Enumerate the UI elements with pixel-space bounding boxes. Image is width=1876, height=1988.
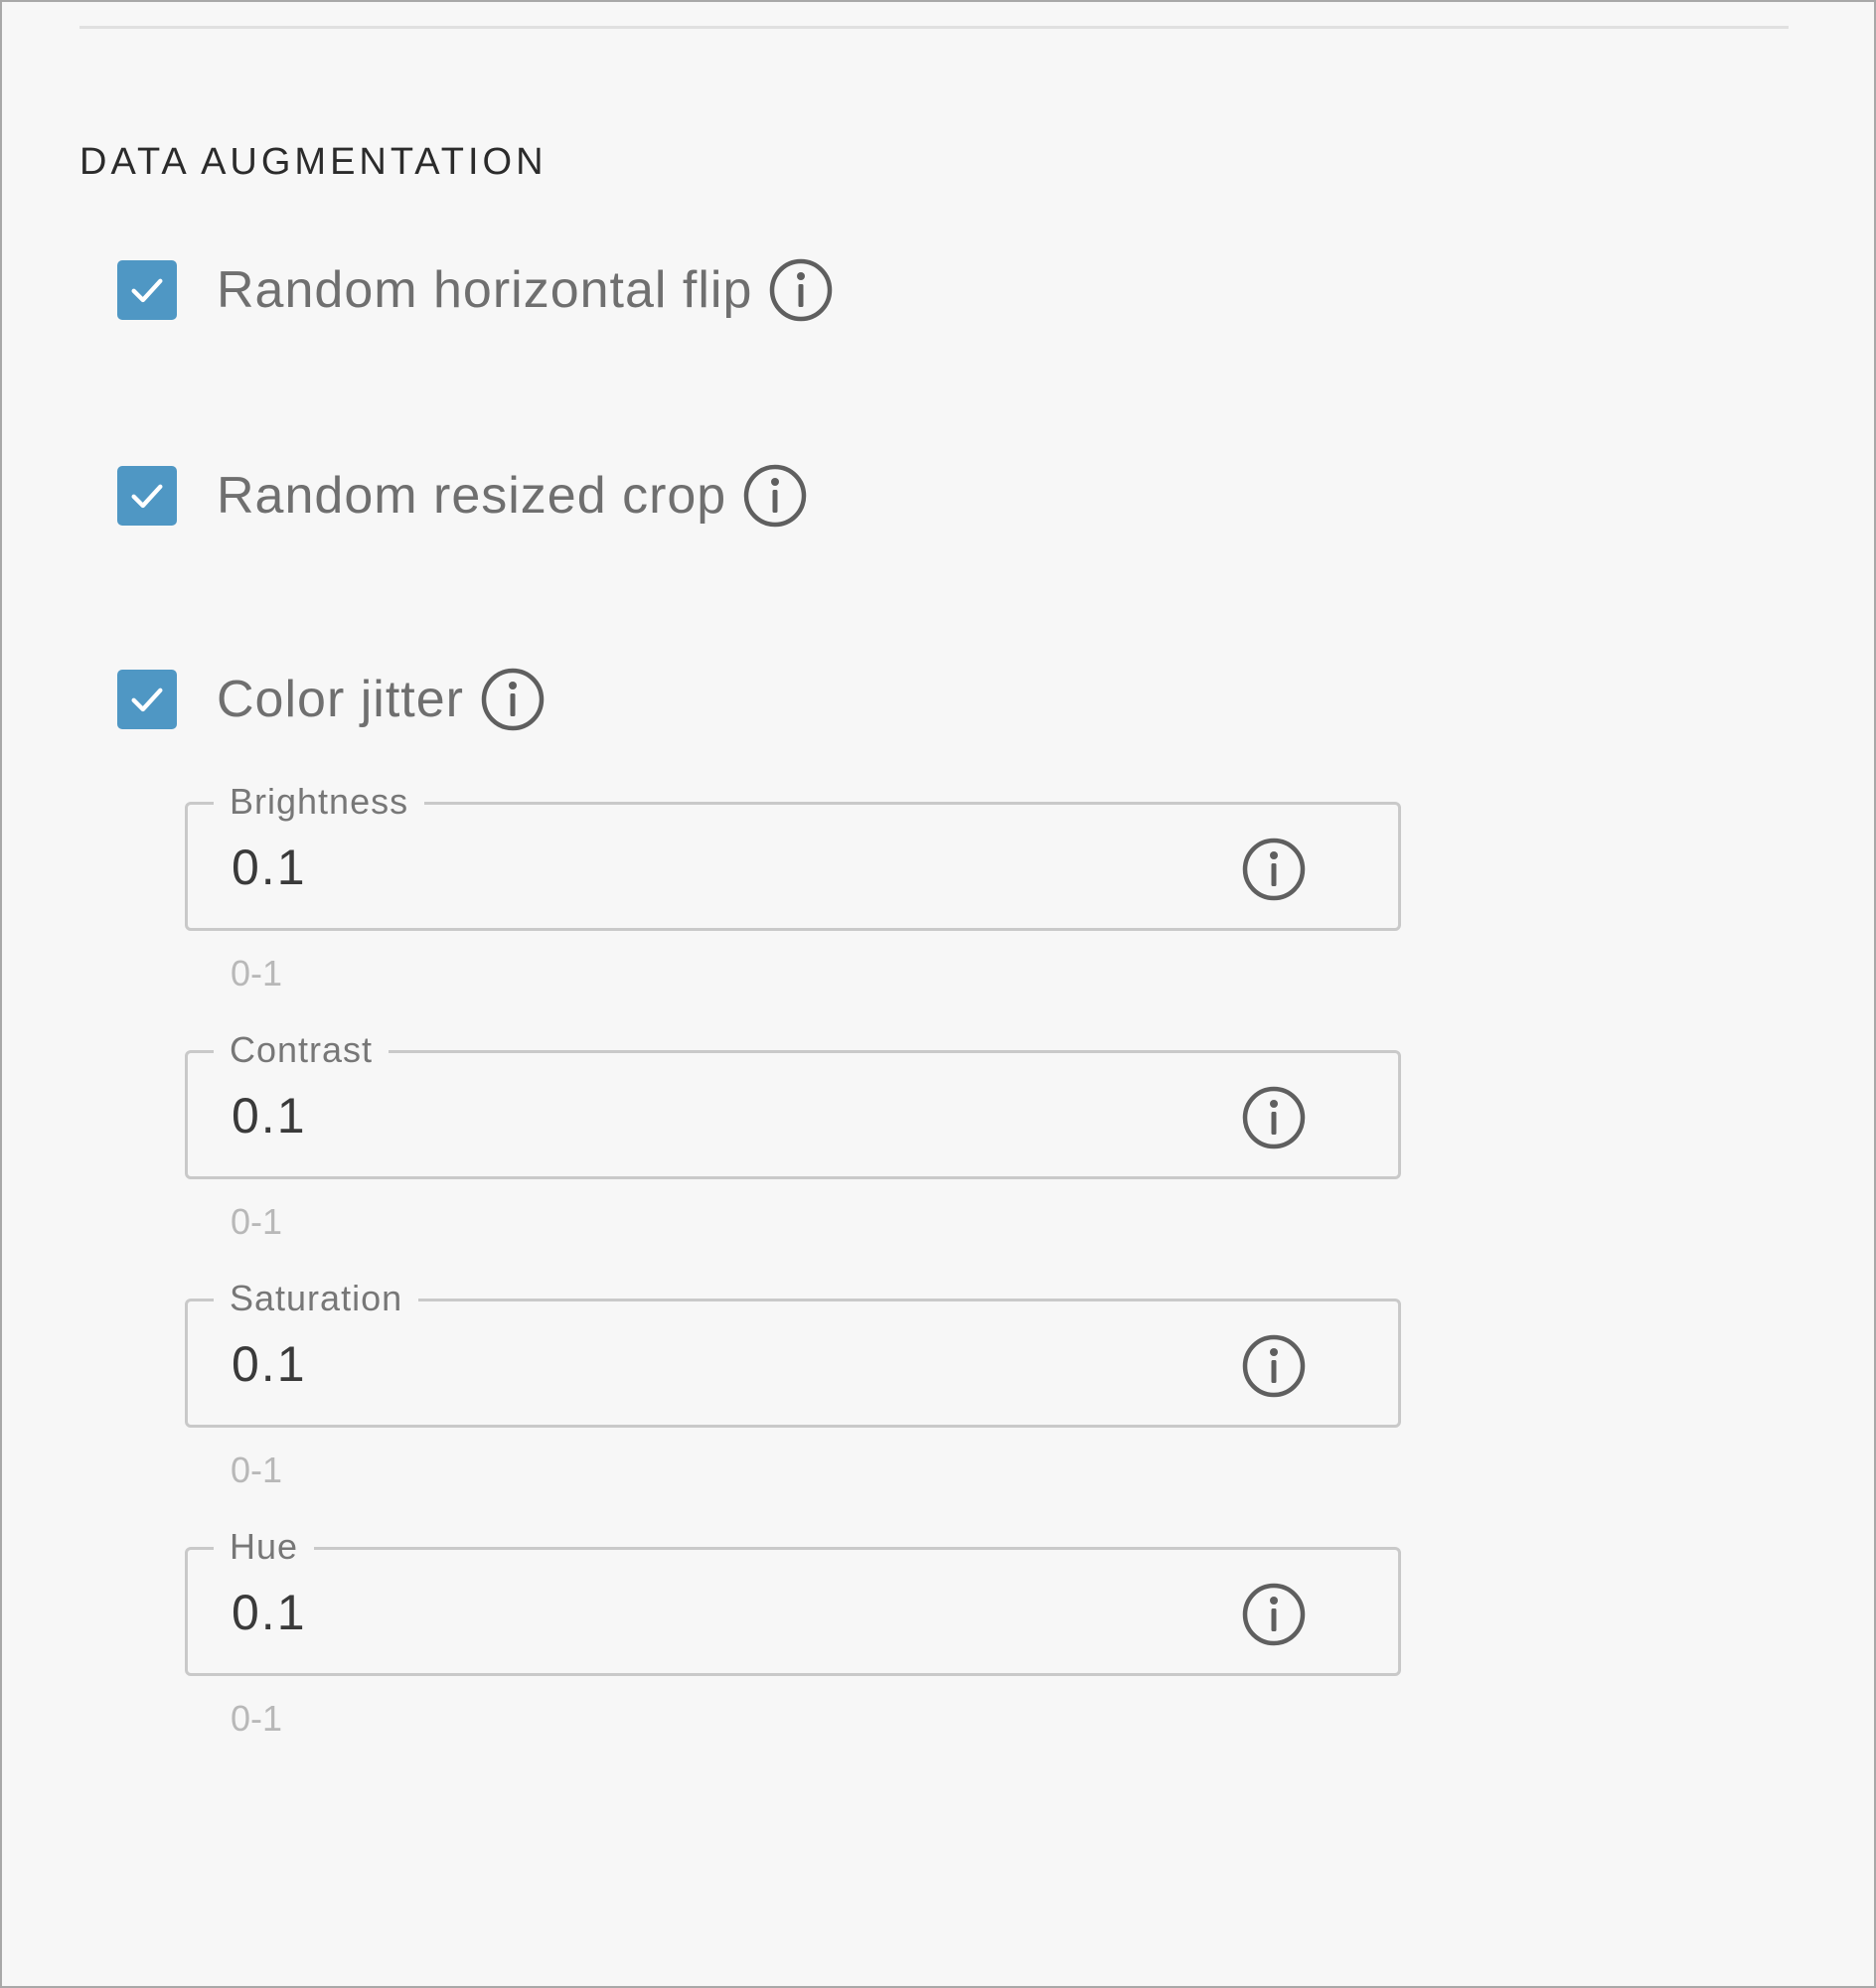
saturation-hint: 0-1 <box>231 1450 283 1490</box>
color-jitter-label: Color jitter <box>217 671 464 728</box>
info-icon[interactable] <box>1241 1333 1307 1399</box>
brightness-hint: 0-1 <box>231 953 283 994</box>
random-horizontal-flip-checkbox[interactable] <box>117 260 177 320</box>
data-augmentation-panel: DATA AUGMENTATION Random horizontal flip… <box>0 0 1876 1988</box>
color-jitter-checkbox[interactable] <box>117 670 177 729</box>
saturation-field-label: Saturation <box>214 1278 419 1319</box>
option-random-horizontal-flip: Random horizontal flip <box>117 250 834 330</box>
info-icon[interactable] <box>768 257 834 323</box>
checkmark-icon <box>131 688 163 712</box>
brightness-field-label: Brightness <box>214 781 425 823</box>
random-resized-crop-checkbox[interactable] <box>117 466 177 526</box>
brightness-field[interactable]: Brightness <box>185 781 1401 931</box>
option-color-jitter: Color jitter <box>117 660 546 739</box>
contrast-field-label: Contrast <box>214 1029 390 1071</box>
hue-field[interactable]: Hue <box>185 1526 1401 1676</box>
hue-field-label: Hue <box>214 1526 315 1568</box>
saturation-field[interactable]: Saturation <box>185 1278 1401 1428</box>
option-random-resized-crop: Random resized crop <box>117 456 808 535</box>
hue-input[interactable] <box>232 1584 1225 1641</box>
random-horizontal-flip-label: Random horizontal flip <box>217 261 753 319</box>
info-icon[interactable] <box>1241 1582 1307 1647</box>
contrast-field[interactable]: Contrast <box>185 1029 1401 1179</box>
hue-hint: 0-1 <box>231 1698 283 1739</box>
info-icon[interactable] <box>1241 1085 1307 1150</box>
brightness-input[interactable] <box>232 839 1225 896</box>
info-icon[interactable] <box>480 667 546 732</box>
section-divider <box>79 26 1789 29</box>
checkmark-icon <box>131 278 163 303</box>
contrast-hint: 0-1 <box>231 1201 283 1242</box>
saturation-input[interactable] <box>232 1335 1225 1393</box>
random-resized-crop-label: Random resized crop <box>217 467 727 525</box>
info-icon[interactable] <box>1241 837 1307 902</box>
section-title: DATA AUGMENTATION <box>79 141 547 183</box>
info-icon[interactable] <box>742 463 808 529</box>
checkmark-icon <box>131 484 163 509</box>
contrast-input[interactable] <box>232 1087 1225 1145</box>
